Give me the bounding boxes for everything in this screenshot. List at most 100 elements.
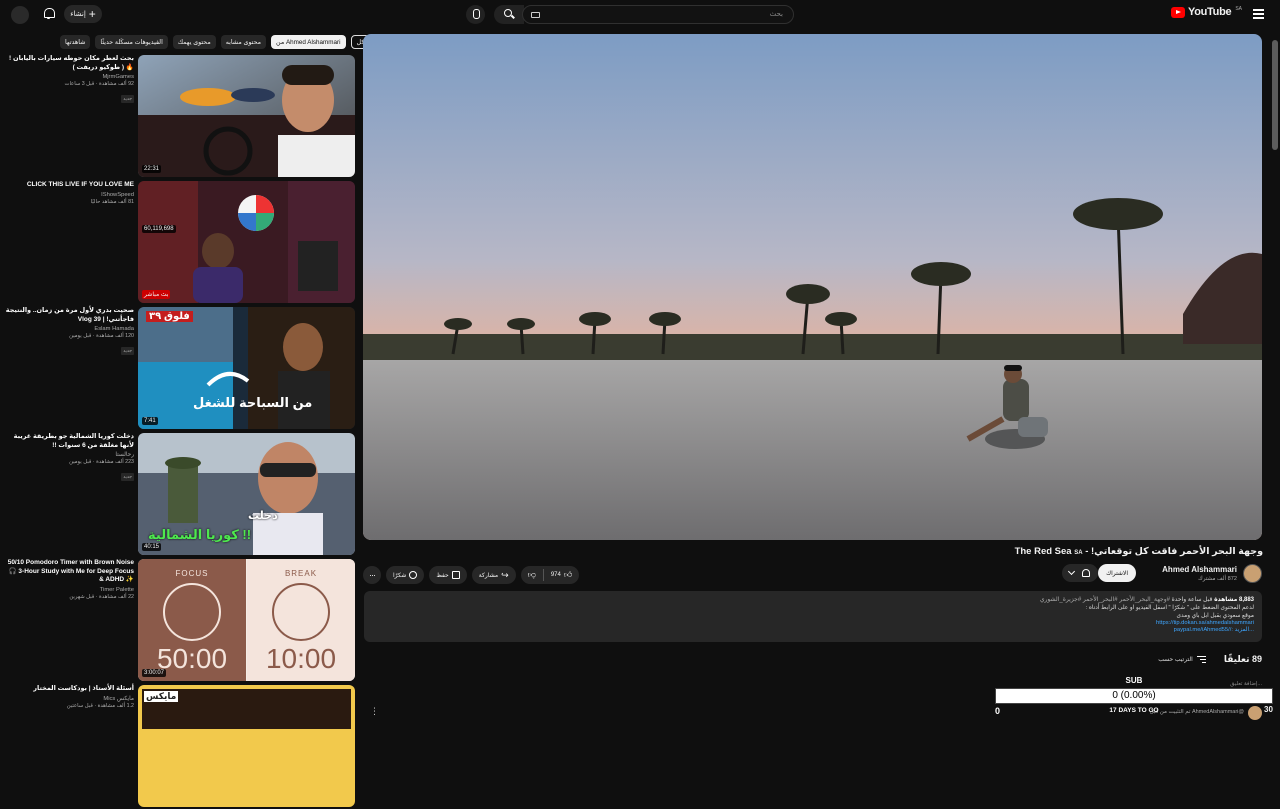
more-actions-button[interactable]: ··· <box>363 566 381 584</box>
channel-name[interactable]: IShowSpeed <box>5 192 134 198</box>
duration-badge: 22:31 <box>142 165 162 173</box>
account-avatar[interactable] <box>11 6 29 24</box>
upload-age: قبل شهرين <box>69 593 95 600</box>
logo-text: YouTube <box>1188 6 1232 18</box>
video-title[interactable]: 50/10 Pomodoro Timer with Brown Noise 🎧 … <box>5 559 134 585</box>
new-badge: جديد <box>121 473 134 481</box>
upload-age: قبل يومين <box>69 459 92 465</box>
save-label: حفظ <box>436 572 449 579</box>
description-hashtags[interactable]: #وجهة_البحر_الأحمر #البحر_الأحمر #جزيرة_… <box>1040 597 1170 603</box>
video-title[interactable]: أسئلة الأستاذ | بودكاست المختار <box>5 685 134 694</box>
break-label: BREAK <box>284 569 318 578</box>
create-button[interactable]: إنشاء + <box>64 5 102 23</box>
channel-name[interactable]: MjrmGames <box>5 74 134 80</box>
list-item[interactable]: دخلت كوريا الشمالية جو بطريقة غريبة لأنه… <box>0 433 360 557</box>
page-scrollbar[interactable] <box>1272 40 1278 150</box>
duration-badge: 3:00:07 <box>142 669 167 677</box>
view-count: 81 ألف مشاهد حاليًا <box>90 198 134 205</box>
live-viewers-badge: 60,119,698 <box>142 225 176 233</box>
thumbnail-drift-car-image <box>138 55 355 177</box>
video-player[interactable] <box>363 34 1262 540</box>
youtube-logo[interactable]: YouTube SA <box>1171 6 1242 18</box>
video-thumbnail[interactable]: دخلت كوريا الشمالية !! 40:15 <box>138 433 355 555</box>
description-age: قبل ساعة واحدة <box>1171 597 1213 603</box>
video-actions: ··· شكرًا حفظ مشاركة ↪ 👎︎ 974 👍︎ <box>363 565 580 585</box>
sub-goal-progress-bar: 0 (0.00%) <box>995 688 1273 704</box>
new-badge: جديد <box>121 95 134 103</box>
subscribe-button[interactable]: الاشتراك <box>1098 564 1136 582</box>
thumbnail-caption-text: من السباحة للشغل <box>193 395 313 410</box>
description-link[interactable]: https://tip.dokan.sa/ahmedalshammari <box>372 620 1254 626</box>
dislike-icon[interactable]: 👎︎ <box>528 570 536 580</box>
description-link-more[interactable]: ...المزيد ://paypal.me/iAhmed55 <box>372 627 1254 633</box>
video-title[interactable]: CLICK THIS LIVE IF YOU LOVE ME <box>5 181 134 190</box>
sort-by-button[interactable]: الترتيب حسب <box>1158 656 1206 663</box>
divider <box>542 569 544 581</box>
search-placeholder: بحث <box>769 11 783 18</box>
view-count: 92 ألف مشاهدة <box>99 81 134 87</box>
chip-for-you[interactable]: محتوى يهمك <box>172 35 216 49</box>
thumbnail-caption-text-a: دخلت <box>248 510 278 522</box>
notifications-bell-icon[interactable] <box>43 8 55 19</box>
related-filter-chips: شاهدتها الفيديوهات مسكَلة حديثًا محتوى ي… <box>60 34 375 50</box>
plus-icon: + <box>88 7 96 21</box>
focus-label: FOCUS <box>175 569 209 578</box>
thumbnail-vlog-number-text: فلوق ٣٩ <box>146 311 193 322</box>
menu-hamburger-icon[interactable] <box>1253 9 1264 19</box>
share-button[interactable]: مشاركة ↪ <box>471 566 516 584</box>
desk-worker-icon <box>163 583 221 641</box>
share-arrow-icon: ↪ <box>501 569 509 580</box>
upload-age: قبل يومين <box>69 333 92 339</box>
chevron-down-icon <box>1067 567 1076 576</box>
sort-icon <box>1196 656 1206 663</box>
chip-from-channel[interactable]: من Ahmed Alshammari <box>271 35 346 49</box>
thanks-icon <box>409 571 418 579</box>
keyboard-icon[interactable] <box>531 12 540 18</box>
thumbnail-brand-text: مايكس <box>144 691 179 702</box>
bell-icon <box>1082 569 1090 577</box>
search-input[interactable]: بحث <box>522 5 794 24</box>
title-country-tag: SA <box>1074 550 1083 556</box>
chip-related[interactable]: محتوى مشابه <box>220 35 267 49</box>
channel-name[interactable]: Eslam Hamada <box>5 326 134 332</box>
video-title[interactable]: صحيت بدري لأول مرة من زمان.. والنتيجة فا… <box>5 307 134 324</box>
list-item[interactable]: 50/10 Pomodoro Timer with Brown Noise 🎧 … <box>0 559 360 683</box>
description-box[interactable]: 8,883 مشاهدة قبل ساعة واحدة #وجهة_البحر_… <box>364 591 1262 642</box>
duration-badge: 7:41 <box>142 417 158 425</box>
channel-name[interactable]: مايكس Mics <box>5 696 134 702</box>
title-text: وجهة البحر الأحمر فاقت كل توقعاتي! - The… <box>1014 546 1263 557</box>
live-badge: بث مباشر <box>142 290 171 299</box>
chip-recently-uploaded[interactable]: الفيديوهات مسكَلة حديثًا <box>95 35 168 49</box>
new-badge: جديد <box>121 347 134 355</box>
view-count: 22 ألف مشاهدة <box>99 593 134 600</box>
list-item[interactable]: بحث لعطر مكان حوطه سيارات باليابان ! 🔥 (… <box>0 55 360 179</box>
channel-name[interactable]: Timer Palette <box>5 587 134 593</box>
video-thumbnail[interactable]: FOCUS 50:00 BREAK 10:00 3:00:07 <box>138 559 355 681</box>
video-thumbnail[interactable]: مايكس <box>138 685 355 807</box>
list-item[interactable]: صحيت بدري لأول مرة من زمان.. والنتيجة فا… <box>0 307 360 431</box>
channel-name[interactable]: رحالستا <box>5 452 134 458</box>
video-title: وجهة البحر الأحمر فاقت كل توقعاتي! - The… <box>1015 546 1263 557</box>
voice-search-mic-icon[interactable] <box>466 5 485 24</box>
video-title[interactable]: بحث لعطر مكان حوطه سيارات باليابان ! 🔥 (… <box>5 55 134 72</box>
focus-panel: FOCUS 50:00 <box>138 559 246 681</box>
search-button[interactable] <box>494 5 524 24</box>
comment-count: 89 تعليقًا <box>1223 654 1262 664</box>
video-thumbnail[interactable]: 60,119,698 بث مباشر <box>138 181 355 303</box>
channel-name[interactable]: Ahmed Alshammari <box>1162 565 1237 574</box>
list-item[interactable]: أسئلة الأستاذ | بودكاست المختار مايكس Mi… <box>0 685 360 809</box>
like-count[interactable]: 974 <box>551 572 561 578</box>
save-button[interactable]: حفظ <box>429 566 467 584</box>
thanks-button[interactable]: شكرًا <box>386 566 425 584</box>
description-line: لدعم المحتوى الضغط على " شكرًا " اسفل ال… <box>1085 605 1254 611</box>
video-title[interactable]: دخلت كوريا الشمالية جو بطريقة غريبة لأنه… <box>5 433 134 450</box>
list-item[interactable]: CLICK THIS LIVE IF YOU LOVE ME IShowSpee… <box>0 181 360 305</box>
notification-settings-button[interactable] <box>1062 564 1098 582</box>
like-icon[interactable]: 👍︎ <box>564 570 572 580</box>
channel-avatar[interactable] <box>1243 564 1262 583</box>
duration-badge: 40:15 <box>142 543 162 551</box>
comment-more-icon[interactable]: ⋮ <box>370 706 379 717</box>
video-thumbnail[interactable]: 22:31 <box>138 55 355 177</box>
chip-watched[interactable]: شاهدتها <box>60 35 91 49</box>
video-thumbnail[interactable]: فلوق ٣٩ من السباحة للشغل 7:41 <box>138 307 355 429</box>
